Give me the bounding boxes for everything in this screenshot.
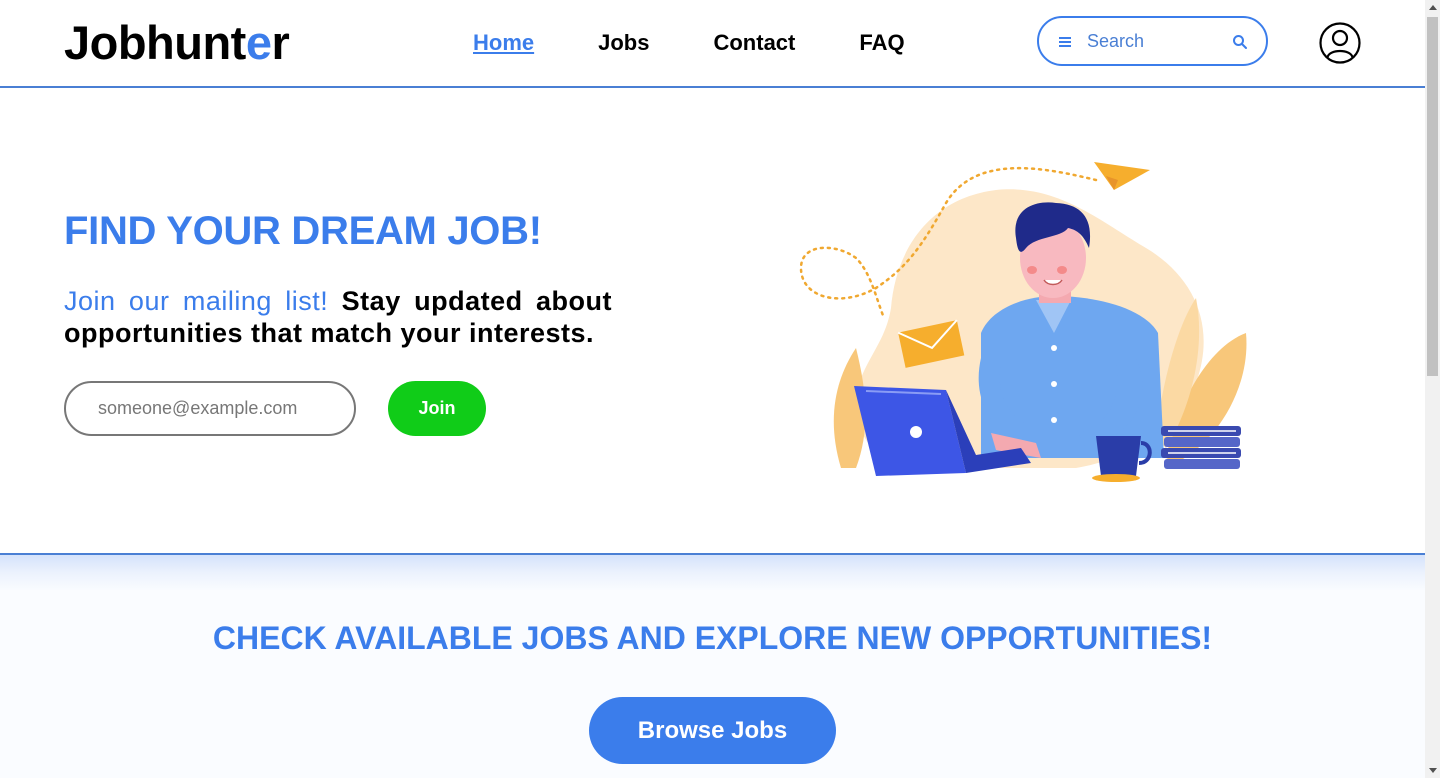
logo[interactable]: Jobhunter xyxy=(64,16,290,69)
user-circle-icon[interactable] xyxy=(1319,22,1361,64)
page: Jobhunter Home Jobs Contact FAQ FIND YOU… xyxy=(0,0,1425,778)
logo-text-end: r xyxy=(271,16,290,69)
logo-text-main: Jobhunt xyxy=(64,16,246,69)
scrollbar[interactable] xyxy=(1425,0,1440,778)
nav-faq[interactable]: FAQ xyxy=(859,29,904,57)
nav-home[interactable]: Home xyxy=(473,29,534,57)
join-button[interactable]: Join xyxy=(388,381,486,436)
search-box xyxy=(1037,16,1268,66)
nav-contact[interactable]: Contact xyxy=(713,29,795,57)
nav-jobs[interactable]: Jobs xyxy=(598,29,649,57)
scroll-down-arrow-icon[interactable] xyxy=(1429,768,1437,773)
hero-title: FIND YOUR DREAM JOB! xyxy=(64,209,542,253)
hero-highlight: Join our mailing list! xyxy=(64,286,329,316)
search-icon[interactable] xyxy=(1232,34,1248,50)
scrollbar-thumb[interactable] xyxy=(1427,17,1438,376)
site-header: Jobhunter Home Jobs Contact FAQ xyxy=(0,0,1425,88)
divider-shadow xyxy=(0,555,1425,591)
hero-description: Join our mailing list! Stay updated abou… xyxy=(64,285,612,349)
hero-illustration xyxy=(799,162,1247,482)
email-input[interactable] xyxy=(64,381,356,436)
menu-icon[interactable] xyxy=(1059,37,1071,47)
scroll-up-arrow-icon[interactable] xyxy=(1429,5,1437,10)
browse-jobs-button[interactable]: Browse Jobs xyxy=(589,697,836,764)
main-nav: Home Jobs Contact FAQ xyxy=(473,29,969,57)
cta-title: CHECK AVAILABLE JOBS AND EXPLORE NEW OPP… xyxy=(212,620,1213,656)
logo-text-accent: e xyxy=(245,16,272,69)
search-input[interactable] xyxy=(1087,28,1217,54)
